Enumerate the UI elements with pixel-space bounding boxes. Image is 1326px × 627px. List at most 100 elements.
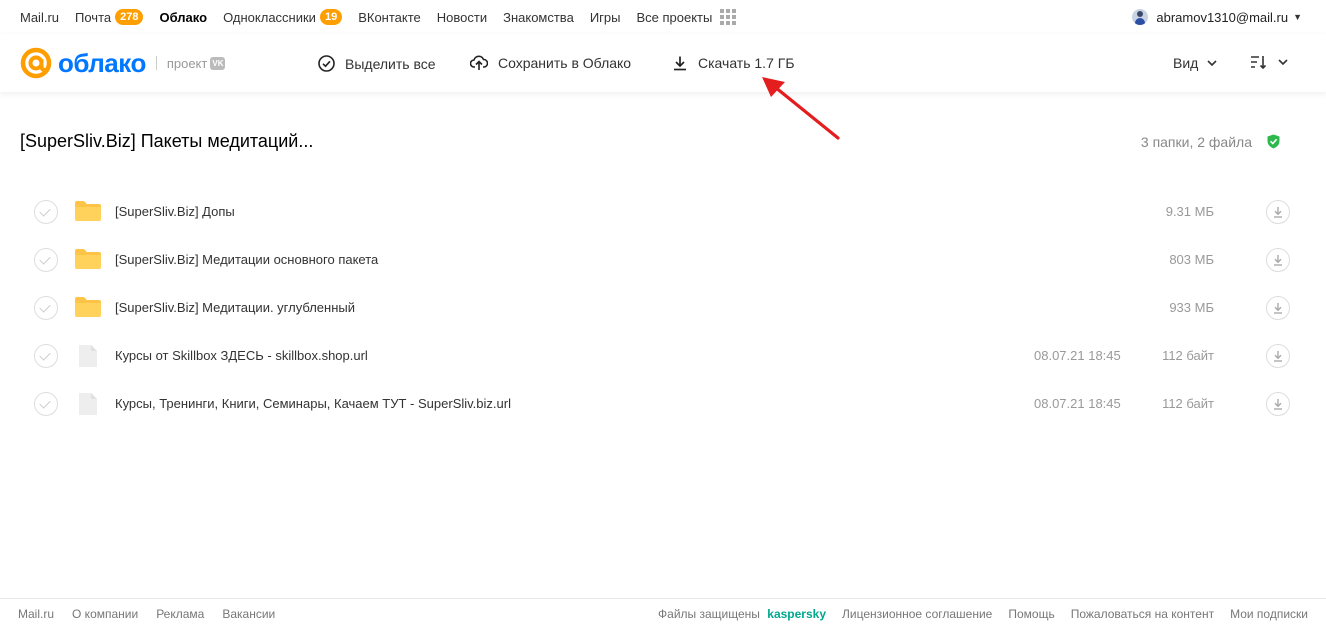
red-arrow-annotation-icon [762,77,840,140]
item-date: 08.07.21 18:45 [1034,396,1121,411]
vk-badge: VK [210,56,226,70]
logo-divider [155,56,157,70]
footer-link[interactable]: Мои подписки [1230,607,1308,621]
file-list-row[interactable]: Курсы, Тренинги, Книги, Семинары, Качаем… [20,380,1310,428]
logo-sub-text: проект [166,55,208,71]
footer-right-items: Лицензионное соглашение Помощь Пожаловатьс… [842,607,1308,621]
row-select-checkbox[interactable] [34,200,58,224]
cloud-logo[interactable]: облако проект VK [20,47,226,79]
portal-link-6[interactable]: Знакомства [503,10,574,25]
item-download-button[interactable] [1266,296,1290,320]
footer: Mail.ru О компании Реклама Вакансии Файлы з… [0,598,1326,627]
row-select-checkbox[interactable] [34,296,58,320]
sort-dropdown[interactable] [1250,55,1288,69]
at-logo-icon [20,47,52,79]
download-icon [1274,255,1282,266]
view-label: Вид [1173,55,1199,71]
kaspersky-protection[interactable]: Файлы защищены kaspersky [658,607,826,621]
save-to-cloud-button[interactable]: Сохранить в Облако [470,55,631,71]
portal-link-7[interactable]: Игры [590,10,621,25]
footer-link[interactable]: Лицензионное соглашение [842,607,992,621]
cloud-toolbar: облако проект VK Выделить все Сохранить … [0,34,1326,92]
portal-link-4[interactable]: ВКонтакте [358,10,421,25]
download-icon [1274,303,1282,314]
download-icon [674,56,686,71]
item-name[interactable]: Курсы, Тренинги, Книги, Семинары, Качаем… [115,396,511,411]
file-list-row[interactable]: [SuperSliv.Biz] Медитации. углубленный 93… [20,284,1310,332]
file-list-row[interactable]: Курсы от Skillbox ЗДЕСЬ - skillbox.shop.… [20,332,1310,380]
item-name[interactable]: [SuperSliv.Biz] Медитации. углубленный [115,300,355,315]
kaspersky-logo: kaspersky [767,607,826,621]
row-select-checkbox[interactable] [34,392,58,416]
download-icon [1274,207,1282,218]
portal-links: Mail.ru Почта 278 Облако Одноклассники 19 ВКон… [20,9,712,25]
footer-link[interactable]: Пожаловаться на контент [1071,607,1214,621]
portal-link-0[interactable]: Mail.ru [20,10,59,25]
check-circle-icon [318,55,335,72]
chevron-down-icon [1278,59,1288,65]
item-download-button[interactable] [1266,200,1290,224]
portal-link-label: Новости [436,9,488,25]
portal-link-1[interactable]: Почта 278 [75,9,144,25]
portal-link-2[interactable]: Облако [159,10,207,25]
user-email: abramov1310@mail.ru [1156,9,1289,25]
user-menu[interactable]: abramov1310@mail.ru ▼ [1132,9,1302,25]
sort-icon [1251,56,1267,69]
select-all-button[interactable]: Выделить все [318,55,436,72]
file-list-row[interactable]: [SuperSliv.Biz] Допы 9.31 МБ [20,188,1310,236]
unread-count-badge: 19 [319,9,343,25]
file-list-row[interactable]: [SuperSliv.Biz] Медитации основного паке… [20,236,1310,284]
file-icon [78,344,98,373]
select-all-label: Выделить все [345,55,436,72]
footer-link[interactable]: О компании [72,607,138,621]
file-icon [78,392,98,421]
portal-link-5[interactable]: Новости [437,10,487,25]
footer-left-links: Mail.ru О компании Реклама Вакансии [18,607,275,621]
folder-icon [74,200,102,227]
portal-link-label: Знакомства [503,9,574,25]
all-projects-grid-icon[interactable] [720,9,737,25]
item-name[interactable]: [SuperSliv.Biz] Допы [115,204,235,219]
item-date: 08.07.21 18:45 [1034,348,1121,363]
footer-link[interactable]: Вакансии [222,607,275,621]
download-all-button[interactable]: Скачать 1.7 ГБ [672,55,795,71]
page-title: [SuperSliv.Biz] Пакеты медитаций... [20,131,314,151]
download-icon [1274,351,1282,362]
portal-link-label: Почта [75,9,112,25]
item-size: 803 МБ [1169,252,1214,267]
view-dropdown[interactable]: Вид [1173,55,1217,71]
item-name[interactable]: [SuperSliv.Biz] Медитации основного паке… [115,252,378,267]
portal-bar: Mail.ru Почта 278 Облако Одноклассники 19 ВКон… [0,0,1326,34]
portal-link-label: ВКонтакте [358,9,421,25]
shield-check-icon[interactable] [1267,134,1280,149]
portal-link-label: Игры [589,9,621,25]
footer-link[interactable]: Реклама [156,607,204,621]
row-select-checkbox[interactable] [34,344,58,368]
logo-subtitle: проект VK [167,56,226,71]
portal-link-8[interactable]: Все проекты [636,10,712,25]
item-name[interactable]: Курсы от Skillbox ЗДЕСЬ - skillbox.shop.… [115,348,368,363]
item-download-button[interactable] [1266,392,1290,416]
footer-right-links: Файлы защищены kaspersky Лицензионное со… [658,607,1308,621]
portal-link-3[interactable]: Одноклассники 19 [223,9,343,25]
unread-count-badge: 278 [115,9,144,25]
caret-down-icon: ▼ [1293,12,1302,22]
footer-link[interactable]: Помощь [1008,607,1054,621]
folder-icon [74,248,102,275]
file-list: [SuperSliv.Biz] Допы 9.31 МБ [SuperSliv.Bi… [20,188,1310,428]
cloud-upload-icon [470,55,488,70]
item-size: 112 байт [1162,396,1214,411]
item-download-button[interactable] [1266,248,1290,272]
item-download-button[interactable] [1266,344,1290,368]
items-count: 3 папки, 2 файла [1140,134,1252,150]
portal-link-label: Одноклассники [223,9,316,25]
portal-link-label: Mail.ru [20,9,60,25]
avatar [1132,9,1149,25]
save-to-cloud-label: Сохранить в Облако [498,55,632,71]
row-select-checkbox[interactable] [34,248,58,272]
footer-link[interactable]: Mail.ru [18,607,54,621]
chevron-down-icon [1207,60,1217,66]
item-size: 933 МБ [1169,300,1214,315]
download-icon [1274,399,1282,410]
portal-link-label: Облако [159,9,208,25]
